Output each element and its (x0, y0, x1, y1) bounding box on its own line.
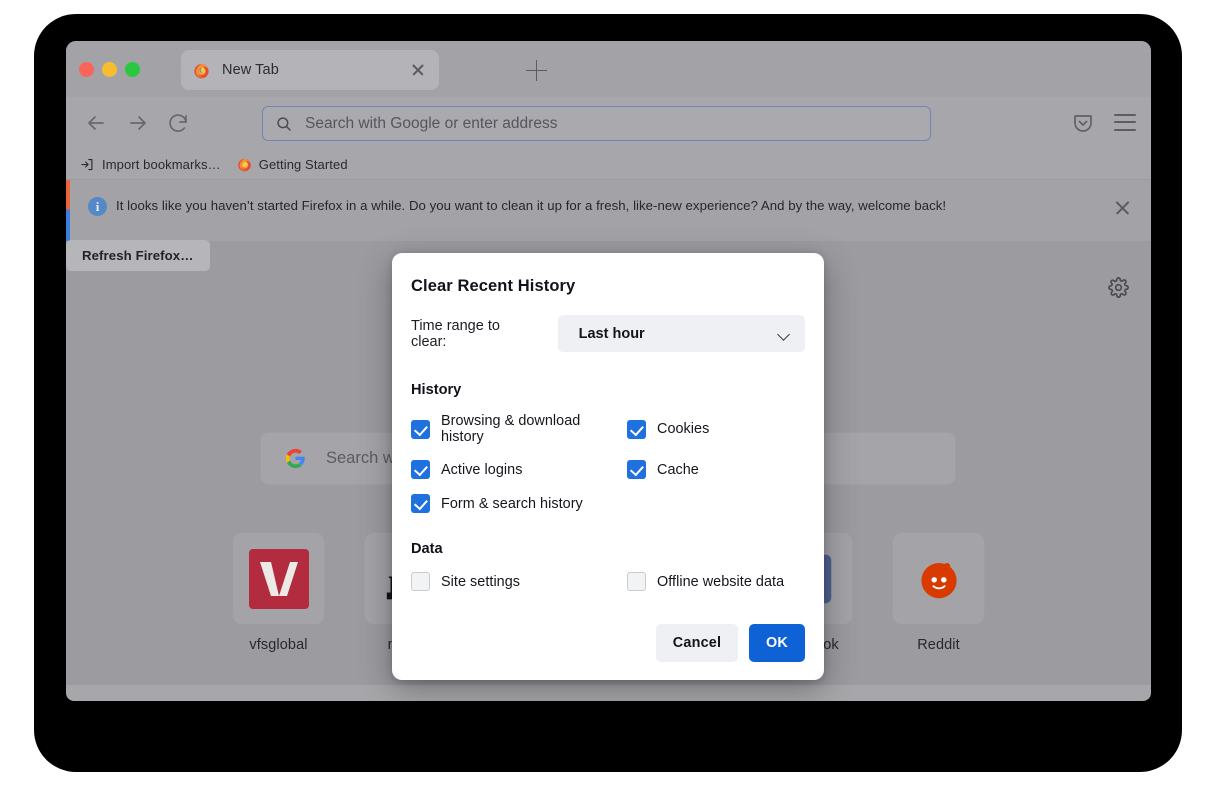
checkbox-cache[interactable]: Cache (627, 460, 805, 479)
plus-icon[interactable] (526, 60, 547, 81)
notification-message: It looks like you haven’t started Firefo… (116, 198, 947, 213)
cancel-button[interactable]: Cancel (656, 624, 738, 662)
refresh-firefox-button[interactable]: Refresh Firefox… (66, 240, 210, 271)
data-section: Data Site settings Offline website data (411, 541, 805, 591)
chevron-down-icon (777, 330, 790, 338)
shortcut-label: vfsglobal (249, 637, 308, 653)
checkbox-label: Cookies (657, 421, 710, 437)
hamburger-menu-icon[interactable] (1114, 114, 1136, 132)
bookmark-getting-started[interactable]: Getting Started (237, 157, 348, 172)
checkbox-label: Cache (657, 461, 699, 478)
clear-recent-history-dialog: Clear Recent History Time range to clear… (392, 253, 824, 680)
firefox-icon (237, 157, 252, 172)
navigation-toolbar: Search with Google or enter address (66, 97, 1151, 150)
bookmark-label: Getting Started (258, 157, 348, 172)
vfsglobal-logo (232, 532, 325, 625)
dialog-button-row: Cancel OK (411, 624, 805, 662)
checkbox-active-logins[interactable]: Active logins (411, 460, 627, 479)
dialog-title: Clear Recent History (411, 277, 576, 295)
shortcut-tile[interactable]: Reddit (892, 532, 985, 653)
checkbox-label: Offline website data (657, 573, 785, 590)
notification-actions: Refresh Firefox… (66, 240, 210, 271)
checkbox-label: Form & search history (441, 495, 583, 512)
checkbox-form-search-history[interactable]: Form & search history (411, 494, 627, 513)
checkbox-offline-website-data[interactable]: Offline website data (627, 572, 805, 591)
info-icon: i (88, 197, 107, 216)
time-range-row: Time range to clear: Last hour (411, 315, 805, 352)
checkbox-cookies[interactable]: Cookies (627, 413, 805, 445)
gear-icon[interactable] (1108, 277, 1129, 298)
shortcut-label: Reddit (917, 637, 960, 653)
bookmark-import-bookmarks[interactable]: Import bookmarks… (80, 157, 221, 172)
bookmark-label: Import bookmarks… (102, 157, 221, 172)
checkbox-icon[interactable] (411, 419, 430, 439)
arrow-left-icon[interactable] (84, 111, 108, 135)
import-bookmarks-icon (80, 157, 95, 172)
google-g-icon (285, 448, 306, 469)
checkbox-label: Active logins (441, 461, 523, 478)
bookmarks-bar: Import bookmarks… Getting Started (66, 150, 1151, 179)
time-range-label: Time range to clear: (411, 317, 500, 350)
close-icon[interactable] (409, 61, 427, 79)
tab-title: New Tab (222, 62, 279, 78)
search-icon (275, 115, 293, 133)
window-controls (79, 62, 140, 77)
arrow-right-icon[interactable] (126, 111, 150, 135)
reload-icon[interactable] (166, 111, 190, 135)
window-close-button[interactable] (79, 62, 94, 77)
firefox-icon (193, 62, 210, 79)
time-range-value: Last hour (578, 325, 645, 342)
window-maximize-button[interactable] (125, 62, 140, 77)
data-section-heading: Data (411, 541, 443, 557)
checkbox-icon[interactable] (411, 572, 430, 591)
ok-button[interactable]: OK (749, 624, 805, 662)
checkbox-icon[interactable] (411, 460, 430, 479)
close-icon[interactable] (1114, 199, 1131, 216)
shortcut-tile[interactable]: vfsglobal (232, 532, 325, 653)
data-checkbox-grid: Site settings Offline website data (411, 572, 805, 591)
history-section: History Browsing & download history Cook… (411, 382, 805, 513)
time-range-select[interactable]: Last hour (557, 315, 805, 352)
address-bar-placeholder: Search with Google or enter address (305, 114, 558, 132)
address-bar[interactable]: Search with Google or enter address (262, 106, 931, 141)
reddit-logo (892, 532, 985, 625)
grid-spacer (627, 494, 805, 513)
checkbox-icon[interactable] (411, 494, 430, 513)
checkbox-icon[interactable] (627, 572, 646, 591)
checkbox-icon[interactable] (627, 419, 646, 439)
history-checkbox-grid: Browsing & download history Cookies Acti… (411, 413, 805, 513)
checkbox-browsing-download-history[interactable]: Browsing & download history (411, 413, 627, 445)
checkbox-site-settings[interactable]: Site settings (411, 572, 627, 591)
tab-strip: New Tab (66, 41, 1151, 97)
notification-accent-stripe (66, 180, 70, 241)
checkbox-label: Browsing & download history (441, 413, 581, 445)
window-minimize-button[interactable] (102, 62, 117, 77)
checkbox-icon[interactable] (627, 460, 646, 479)
notification-bar: i It looks like you haven’t started Fire… (66, 179, 1151, 242)
checkbox-label: Site settings (441, 573, 521, 590)
pocket-icon[interactable] (1071, 111, 1095, 135)
history-section-heading: History (411, 382, 462, 398)
browser-tab[interactable]: New Tab (181, 50, 439, 90)
